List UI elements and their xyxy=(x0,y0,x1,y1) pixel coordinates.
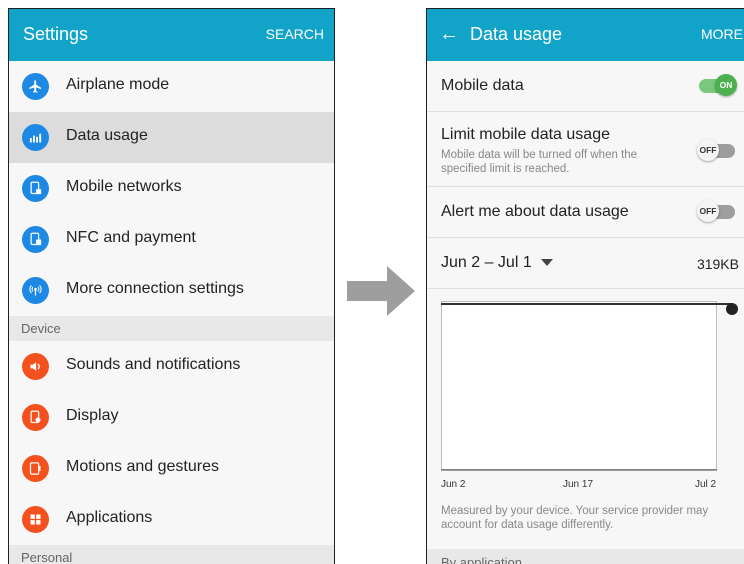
limit-handle[interactable] xyxy=(726,303,738,315)
settings-item-sounds[interactable]: Sounds and notifications xyxy=(9,341,334,392)
settings-item-data-usage[interactable]: Data usage xyxy=(9,112,334,163)
mobile-data-label: Mobile data xyxy=(441,77,524,94)
mobile-data-toggle[interactable]: ON xyxy=(699,74,737,96)
nfc-icon xyxy=(22,226,49,253)
settings-item-airplane-mode[interactable]: Airplane mode xyxy=(9,61,334,112)
settings-app-bar: Settings SEARCH xyxy=(9,9,334,61)
data-usage-icon xyxy=(22,124,49,151)
more-connection-icon xyxy=(22,277,49,304)
chart-label-mid: Jun 17 xyxy=(563,479,594,490)
settings-item-display[interactable]: Display xyxy=(9,392,334,443)
sound-icon xyxy=(22,353,49,380)
settings-item-label: Display xyxy=(66,407,119,424)
chart-label-start: Jun 2 xyxy=(441,479,466,490)
settings-item-label: Applications xyxy=(66,509,153,526)
toggle-knob: ON xyxy=(715,74,737,96)
search-button[interactable]: SEARCH xyxy=(266,26,324,42)
data-usage-screen: ← Data usage MORE Mobile data ON Limit m… xyxy=(426,8,744,564)
settings-item-label: Motions and gestures xyxy=(66,458,219,475)
settings-item-label: NFC and payment xyxy=(66,229,196,246)
measurement-note: Measured by your device. Your service pr… xyxy=(441,505,709,531)
cycle-dropdown[interactable]: Jun 2 – Jul 1 xyxy=(441,254,554,272)
settings-item-label: Data usage xyxy=(66,127,148,144)
limit-data-row[interactable]: Limit mobile data usage Mobile data will… xyxy=(427,112,744,187)
data-usage-chart xyxy=(441,301,738,471)
settings-item-label: Mobile networks xyxy=(66,178,182,195)
applications-icon xyxy=(22,506,49,533)
alert-data-toggle[interactable]: OFF xyxy=(697,200,735,222)
settings-title: Settings xyxy=(23,24,89,44)
limit-data-toggle[interactable]: OFF xyxy=(697,139,735,161)
alert-data-row[interactable]: Alert me about data usage OFF xyxy=(427,187,744,238)
settings-screen: Settings SEARCH Airplane mode Data usage… xyxy=(8,8,335,564)
section-header-device: Device xyxy=(9,316,334,341)
settings-item-label: More connection settings xyxy=(66,280,244,297)
data-usage-app-bar: ← Data usage MORE xyxy=(427,9,744,61)
display-icon xyxy=(22,404,49,431)
data-usage-title: Data usage xyxy=(470,24,563,44)
limit-data-description: Mobile data will be turned off when the … xyxy=(441,149,638,175)
section-header-by-application: By application xyxy=(427,549,744,564)
motions-icon xyxy=(22,455,49,482)
cycle-row: Jun 2 – Jul 1 319KB xyxy=(427,238,744,289)
limit-data-label: Limit mobile data usage xyxy=(441,126,610,143)
mobile-data-row[interactable]: Mobile data ON xyxy=(427,61,744,112)
settings-item-mobile-networks[interactable]: Mobile networks xyxy=(9,163,334,214)
settings-item-motions[interactable]: Motions and gestures xyxy=(9,443,334,494)
more-button[interactable]: MORE xyxy=(701,26,743,42)
arrow-right-icon xyxy=(347,266,415,316)
settings-item-label: Airplane mode xyxy=(66,76,170,93)
airplane-icon xyxy=(22,73,49,100)
settings-item-applications[interactable]: Applications xyxy=(9,494,334,545)
mobile-networks-icon xyxy=(22,175,49,202)
cycle-range: Jun 2 – Jul 1 xyxy=(441,254,532,271)
settings-item-nfc-payment[interactable]: NFC and payment xyxy=(9,214,334,265)
toggle-knob: OFF xyxy=(697,139,719,161)
settings-list: Airplane mode Data usage Mobile networks… xyxy=(9,61,334,564)
settings-item-more-connection[interactable]: More connection settings xyxy=(9,265,334,316)
section-header-personal: Personal xyxy=(9,545,334,564)
toggle-knob: OFF xyxy=(697,200,719,222)
cycle-amount: 319KB xyxy=(696,256,739,272)
chart-label-end: Jul 2 xyxy=(695,479,717,490)
back-arrow-icon[interactable]: ← xyxy=(439,23,459,46)
alert-data-label: Alert me about data usage xyxy=(441,203,629,220)
chart-area xyxy=(441,301,717,470)
settings-item-label: Sounds and notifications xyxy=(66,356,241,373)
dropdown-arrow-icon xyxy=(541,259,554,267)
